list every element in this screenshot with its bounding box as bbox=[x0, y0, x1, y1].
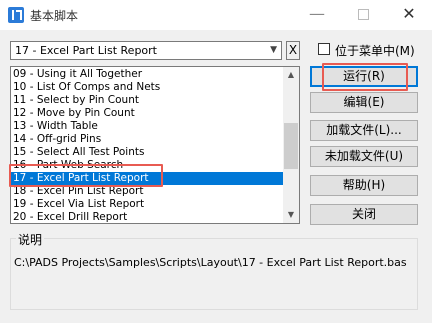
description-title: 说明 bbox=[16, 231, 45, 248]
window-title: 基本脚本 bbox=[30, 9, 79, 23]
list-scrollbar[interactable]: ▲ ▼ bbox=[283, 67, 299, 223]
description-group bbox=[10, 238, 418, 310]
list-item[interactable]: 09 - Using it All Together bbox=[11, 68, 283, 81]
maximize-icon bbox=[357, 9, 369, 20]
maximize-button[interactable] bbox=[340, 0, 386, 30]
list-item[interactable]: 13 - Width Table bbox=[11, 120, 283, 133]
in-menu-label: 位于菜单中(M) bbox=[335, 44, 415, 58]
edit-button[interactable]: 编辑(E) bbox=[310, 92, 418, 113]
title-bar[interactable]: 基本脚本 — ✕ bbox=[0, 0, 432, 30]
script-select-combo[interactable]: 17 - Excel Part List Report ▼ bbox=[10, 41, 282, 60]
checkbox-box[interactable] bbox=[318, 43, 330, 55]
scroll-down-icon[interactable]: ▼ bbox=[283, 207, 299, 223]
list-item[interactable]: 15 - Select All Test Points bbox=[11, 146, 283, 159]
list-item[interactable]: 11 - Select by Pin Count bbox=[11, 94, 283, 107]
list-item[interactable]: 17 - Excel Part List Report bbox=[11, 172, 283, 185]
close-button[interactable]: 关闭 bbox=[310, 204, 418, 225]
combo-selected-value: 17 - Excel Part List Report bbox=[15, 44, 157, 57]
list-item[interactable]: 19 - Excel Via List Report bbox=[11, 198, 283, 211]
clear-selection-button[interactable]: X bbox=[286, 41, 300, 60]
scroll-thumb[interactable] bbox=[284, 123, 298, 169]
list-item[interactable]: 10 - List Of Comps and Nets bbox=[11, 81, 283, 94]
list-item[interactable]: 18 - Excel Pin List Report bbox=[11, 185, 283, 198]
list-item[interactable]: 20 - Excel Drill Report bbox=[11, 211, 283, 223]
unload-file-button[interactable]: 未加载文件(U) bbox=[310, 146, 418, 167]
close-window-button[interactable]: ✕ bbox=[386, 0, 432, 30]
app-icon bbox=[8, 7, 24, 23]
run-button[interactable]: 运行(R) bbox=[310, 66, 418, 87]
help-button[interactable]: 帮助(H) bbox=[310, 175, 418, 196]
list-item[interactable]: 12 - Move by Pin Count bbox=[11, 107, 283, 120]
load-file-button[interactable]: 加载文件(L)... bbox=[310, 120, 418, 141]
scroll-up-icon[interactable]: ▲ bbox=[283, 67, 299, 83]
list-item[interactable]: 16 - Part Web Search bbox=[11, 159, 283, 172]
script-list[interactable]: 09 - Using it All Together 10 - List Of C… bbox=[10, 66, 300, 224]
script-path: C:\PADS Projects\Samples\Scripts\Layout\… bbox=[14, 256, 407, 269]
minimize-button[interactable]: — bbox=[294, 0, 340, 30]
chevron-down-icon[interactable]: ▼ bbox=[270, 45, 277, 55]
list-item[interactable]: 14 - Off-grid Pins bbox=[11, 133, 283, 146]
